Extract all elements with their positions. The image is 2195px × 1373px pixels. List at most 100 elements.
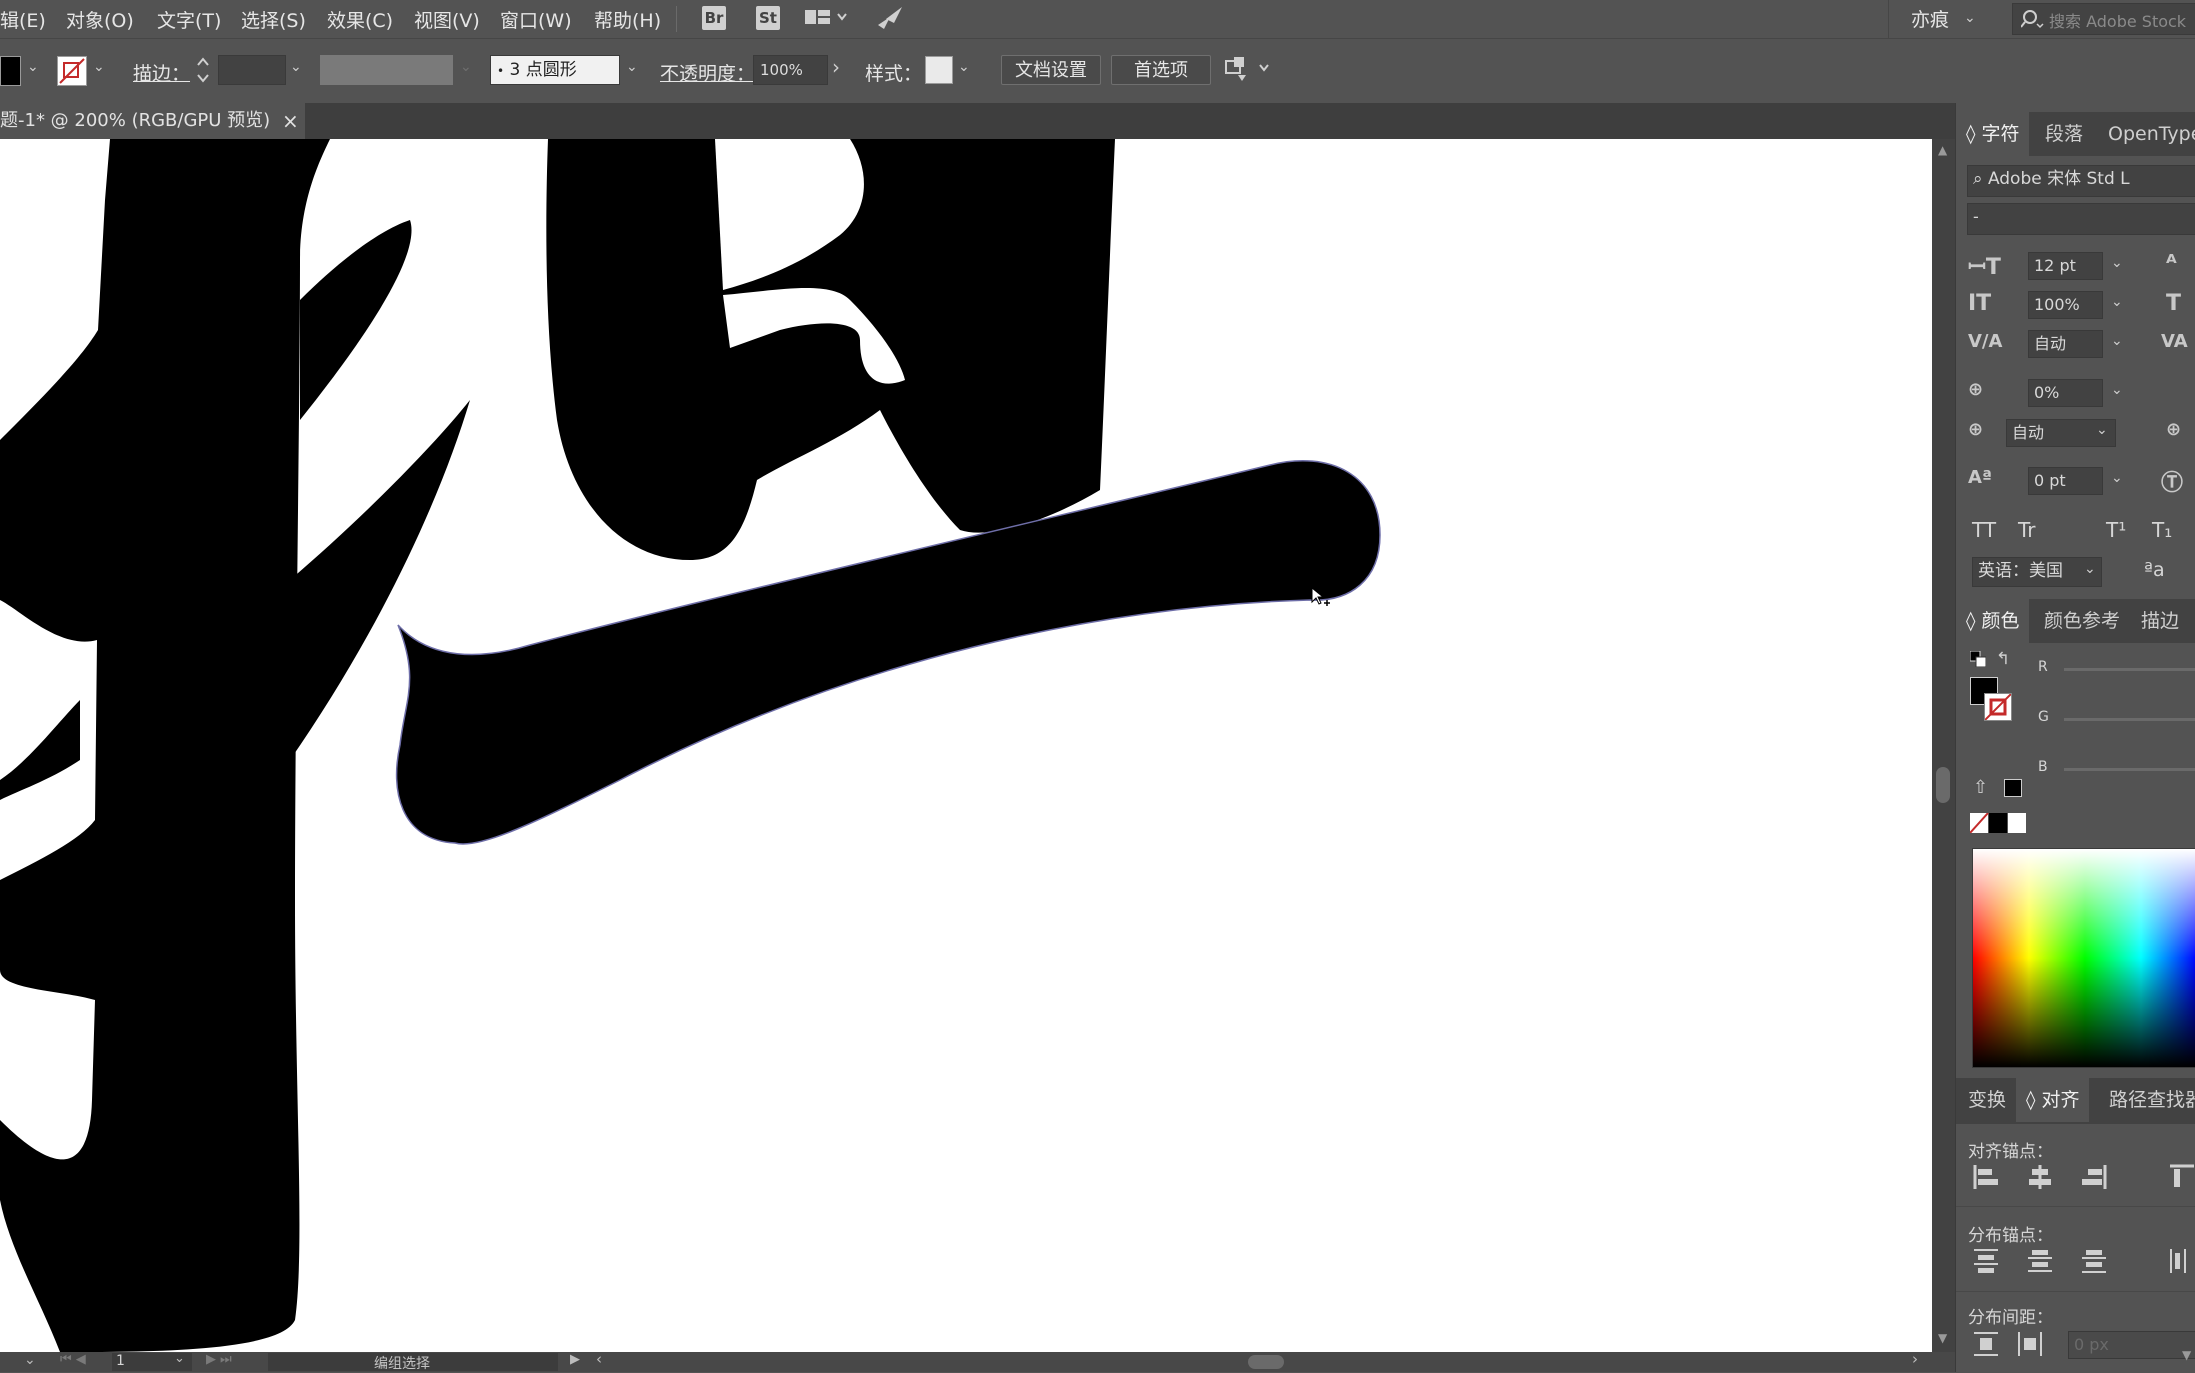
brush-definition-field[interactable]: • 3 点圆形 (490, 55, 620, 85)
align-right-icon[interactable] (2080, 1163, 2108, 1195)
stock-search-input[interactable]: 搜索 Adobe Stock (2012, 3, 2195, 35)
red-channel-slider[interactable] (2064, 668, 2195, 671)
kerning-field[interactable]: 自动 (2028, 330, 2103, 358)
menu-help[interactable]: 帮助(H) (594, 6, 661, 33)
opacity-arrow-icon[interactable]: › (832, 55, 840, 79)
menu-type[interactable]: 文字(T) (157, 6, 221, 33)
artboard-first-prev-icon[interactable]: ⏮◀ (60, 1352, 90, 1367)
font-family-field[interactable]: ⌕ Adobe 宋体 Std L (1967, 165, 2195, 197)
workspace-switcher[interactable]: 亦痕 (1911, 5, 1949, 32)
out-of-gamut-icon[interactable]: ⇧ (1973, 777, 1988, 798)
color-spectrum[interactable] (1972, 848, 2195, 1068)
artboard-next-last-icon[interactable]: ▶⏭ (206, 1352, 236, 1367)
arrange-documents-icon[interactable] (805, 8, 847, 32)
tracking-chevron-down-icon[interactable]: ⌄ (2111, 382, 2123, 398)
style-chevron-down-icon[interactable]: ⌄ (958, 59, 970, 75)
tab-stroke[interactable]: 描边 (2141, 599, 2179, 643)
distribute-vertical-space-icon[interactable] (1972, 1330, 2000, 1362)
aki-chevron-down-icon[interactable]: ⌄ (2096, 422, 2108, 438)
scroll-right-icon[interactable]: › (1912, 1350, 1918, 1368)
baseline-shift-field[interactable]: 0 pt (2028, 467, 2103, 495)
align-left-icon[interactable] (1972, 1163, 2000, 1195)
align-top-icon[interactable] (2168, 1163, 2195, 1195)
bridge-icon[interactable]: Br (702, 6, 726, 30)
workspace-chevron-down-icon[interactable]: ⌄ (1964, 10, 1976, 26)
subscript-button[interactable]: T₁ (2152, 518, 2172, 542)
scroll-down-icon[interactable]: ▼ (1938, 1331, 1947, 1345)
arrange-icon[interactable] (1224, 55, 1272, 87)
gpu-performance-icon[interactable] (876, 5, 906, 35)
opacity-field[interactable]: 100% (753, 55, 828, 85)
menu-window[interactable]: 窗口(W) (500, 6, 572, 33)
stroke-weight-chevron-down-icon[interactable]: ⌄ (290, 59, 302, 75)
stroke-weight-field[interactable] (218, 55, 286, 85)
artboard-chevron-down-icon[interactable]: ⌄ (174, 1351, 185, 1366)
fill-swatch[interactable] (0, 56, 21, 86)
swap-colors-icon[interactable]: ↰ (1996, 649, 2010, 669)
close-icon[interactable]: × (282, 103, 299, 139)
menu-view[interactable]: 视图(V) (414, 6, 480, 33)
stroke-weight-stepper[interactable] (196, 55, 210, 89)
tab-transform[interactable]: 变换 (1968, 1078, 2006, 1122)
menu-effect[interactable]: 效果(C) (327, 6, 393, 33)
horizontal-scroll-thumb[interactable] (1248, 1355, 1284, 1369)
vertical-scale-chevron-down-icon[interactable]: ⌄ (2111, 294, 2123, 310)
brush-chevron-down-icon[interactable]: ⌄ (626, 59, 638, 75)
distribute-bottom-icon[interactable] (2080, 1247, 2108, 1279)
language-dropdown[interactable]: 英语：美国 (1972, 557, 2102, 587)
tracking-field[interactable]: 0% (2028, 379, 2103, 407)
default-colors-icon[interactable] (1969, 650, 1987, 671)
tool-status-field[interactable]: 编组选择 (268, 1353, 558, 1372)
stroke-chevron-down-icon[interactable]: ⌄ (93, 59, 105, 75)
variable-width-profile[interactable] (320, 55, 453, 85)
tab-color-guide[interactable]: 颜色参考 (2044, 599, 2120, 643)
tab-paragraph[interactable]: 段落 (2045, 112, 2083, 156)
graphic-style-swatch[interactable] (925, 56, 953, 84)
green-channel-slider[interactable] (2064, 718, 2195, 721)
status-menu-arrow-icon[interactable]: ▶ (570, 1352, 580, 1367)
spacing-field[interactable]: 0 px (2068, 1331, 2195, 1359)
scroll-left-icon[interactable]: ‹ (596, 1350, 602, 1368)
align-horizontal-center-icon[interactable] (2026, 1163, 2054, 1195)
artboard-number-field[interactable]: 1 ⌄ (112, 1351, 192, 1371)
baseline-shift-chevron-down-icon[interactable]: ⌄ (2111, 470, 2123, 486)
zoom-chevron-down-icon[interactable]: ⌄ (24, 1352, 36, 1368)
blue-channel-slider[interactable] (2064, 768, 2195, 771)
menu-select[interactable]: 选择(S) (241, 6, 306, 33)
tab-color[interactable]: ◊ 颜色 (1956, 599, 2030, 643)
vertical-scrollbar[interactable]: ▲ ▼ (1932, 139, 1955, 1352)
panel-scroll-down-icon[interactable]: ▼ (2182, 1348, 2191, 1362)
kerning-chevron-down-icon[interactable]: ⌄ (2111, 333, 2123, 349)
menu-edit[interactable]: 辑(E) (0, 6, 46, 33)
preferences-button[interactable]: 首选项 (1111, 55, 1211, 85)
tab-character[interactable]: ◊ 字符 (1956, 112, 2030, 156)
document-setup-button[interactable]: 文档设置 (1001, 55, 1101, 85)
stroke-color-box[interactable] (1984, 693, 2012, 721)
stroke-swatch[interactable] (57, 56, 87, 86)
distribute-vertical-center-icon[interactable] (2026, 1247, 2054, 1279)
stroke-label[interactable]: 描边： (133, 59, 190, 86)
profile-chevron-down-icon[interactable]: ⌄ (460, 59, 472, 75)
distribute-left-icon[interactable] (2168, 1247, 2195, 1279)
fill-chevron-down-icon[interactable]: ⌄ (27, 59, 39, 75)
stock-icon[interactable]: St (756, 6, 780, 30)
font-size-chevron-down-icon[interactable]: ⌄ (2111, 255, 2123, 271)
all-caps-button[interactable]: TT (1972, 518, 1996, 542)
small-caps-button[interactable]: Tr (2018, 518, 2036, 542)
none-black-white-swatches[interactable] (1969, 812, 2030, 837)
tab-align[interactable]: ◊ 对齐 (2016, 1078, 2090, 1122)
font-size-field[interactable]: 12 pt (2028, 252, 2103, 280)
language-chevron-down-icon[interactable]: ⌄ (2084, 561, 2096, 577)
superscript-button[interactable]: T¹ (2106, 518, 2126, 542)
artboard-canvas[interactable] (0, 139, 1932, 1352)
vertical-scroll-thumb[interactable] (1936, 767, 1950, 803)
font-style-field[interactable]: - (1967, 203, 2195, 235)
distribute-top-icon[interactable] (1972, 1247, 2000, 1279)
opacity-label[interactable]: 不透明度： (660, 59, 755, 86)
scroll-up-icon[interactable]: ▲ (1938, 143, 1947, 157)
tab-pathfinder[interactable]: 路径查找器 (2109, 1078, 2195, 1122)
menu-object[interactable]: 对象(O) (66, 6, 134, 33)
distribute-horizontal-space-icon[interactable] (2016, 1330, 2044, 1362)
last-color-swatch[interactable] (2004, 779, 2022, 797)
tab-opentype[interactable]: OpenType (2108, 112, 2195, 156)
